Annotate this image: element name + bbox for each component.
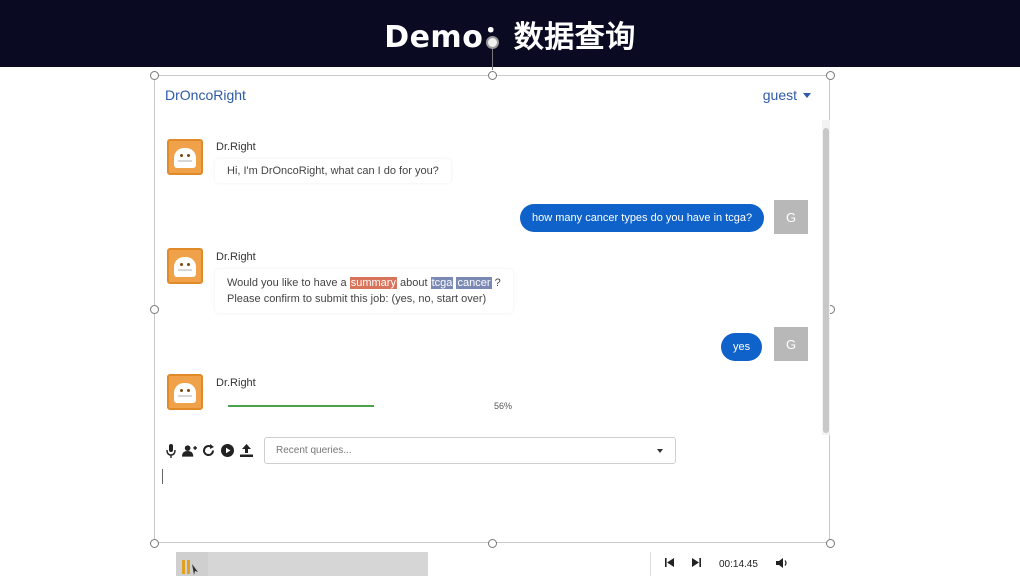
highlight-cancer[interactable]: cancer <box>456 277 492 289</box>
bot-message-confirm: Would you like to have a summary about t… <box>215 269 513 313</box>
confirm-line-2: Please confirm to submit this job: (yes,… <box>227 293 487 305</box>
confirm-line-1: Would you like to have a summary about t… <box>227 275 501 291</box>
microphone-icon[interactable] <box>163 443 178 458</box>
bot-avatar <box>167 139 203 175</box>
play-circle-icon[interactable] <box>220 443 235 458</box>
user-reply-text: yes <box>733 341 751 353</box>
bot-sender-name: Dr.Right <box>216 251 256 263</box>
highlight-summary[interactable]: summary <box>349 277 397 289</box>
resize-handle-top-left[interactable] <box>150 71 159 80</box>
refresh-icon[interactable] <box>201 443 216 458</box>
add-user-icon[interactable] <box>182 443 197 458</box>
recent-queries-select[interactable]: Recent queries... <box>264 437 676 464</box>
chevron-down-icon <box>803 92 811 98</box>
video-time: 00:14.45 <box>719 558 758 570</box>
pause-icon[interactable] <box>180 558 200 576</box>
job-progress-text: 56% <box>494 401 513 411</box>
bot-sender-name: Dr.Right <box>216 377 256 389</box>
banner-title: Demo：数据查询 <box>384 19 636 55</box>
bot-avatar <box>167 248 203 284</box>
rotation-handle-line <box>492 46 493 70</box>
recent-queries-placeholder: Recent queries... <box>276 445 352 456</box>
user-message-question: how many cancer types do you have in tcg… <box>520 204 765 232</box>
video-control-bar <box>0 548 1020 576</box>
resize-handle-bottom[interactable] <box>488 539 497 548</box>
chat-toolbar <box>163 443 254 458</box>
skip-back-icon[interactable] <box>665 558 674 570</box>
highlight-tcga[interactable]: tcga <box>430 277 454 289</box>
user-menu[interactable]: guest <box>763 87 811 103</box>
upload-icon[interactable] <box>239 443 254 458</box>
app-brand[interactable]: DrOncoRight <box>165 87 246 103</box>
resize-handle-bottom-right[interactable] <box>826 539 835 548</box>
app-header: DrOncoRight guest <box>165 84 815 106</box>
user-avatar-letter: G <box>785 336 797 352</box>
skip-forward-icon[interactable] <box>692 558 701 570</box>
resize-handle-top-right[interactable] <box>826 71 835 80</box>
user-avatar: G <box>774 200 808 234</box>
confirm-prefix: Would you like to have a <box>227 277 347 289</box>
confirm-suffix: ? <box>494 277 501 289</box>
user-avatar: G <box>774 327 808 361</box>
message-input-cursor[interactable] <box>162 469 163 484</box>
bot-avatar <box>167 374 203 410</box>
video-seek-bar[interactable] <box>208 552 428 576</box>
chevron-down-icon <box>657 449 663 453</box>
resize-handle-left[interactable] <box>150 305 159 314</box>
bot-sender-name: Dr.Right <box>216 141 256 153</box>
resize-handle-top[interactable] <box>488 71 497 80</box>
greeting-text: Hi, I'm DrOncoRight, what can I do for y… <box>227 165 439 177</box>
user-avatar-letter: G <box>785 209 797 225</box>
video-seek-area[interactable] <box>176 552 428 576</box>
video-title-banner: Demo：数据查询 <box>0 0 1020 67</box>
resize-handle-bottom-left[interactable] <box>150 539 159 548</box>
job-progress-bar <box>228 405 374 407</box>
user-question-text: how many cancer types do you have in tcg… <box>532 212 753 224</box>
user-name: guest <box>762 87 797 103</box>
bot-message-greeting: Hi, I'm DrOncoRight, what can I do for y… <box>215 159 451 183</box>
user-message-reply: yes <box>721 333 763 361</box>
video-playback-controls: 00:14.45 <box>650 552 820 576</box>
chat-scrollbar-thumb[interactable] <box>823 128 829 433</box>
confirm-mid: about <box>400 277 428 289</box>
rotation-handle[interactable] <box>486 36 499 49</box>
volume-icon[interactable] <box>775 557 789 571</box>
